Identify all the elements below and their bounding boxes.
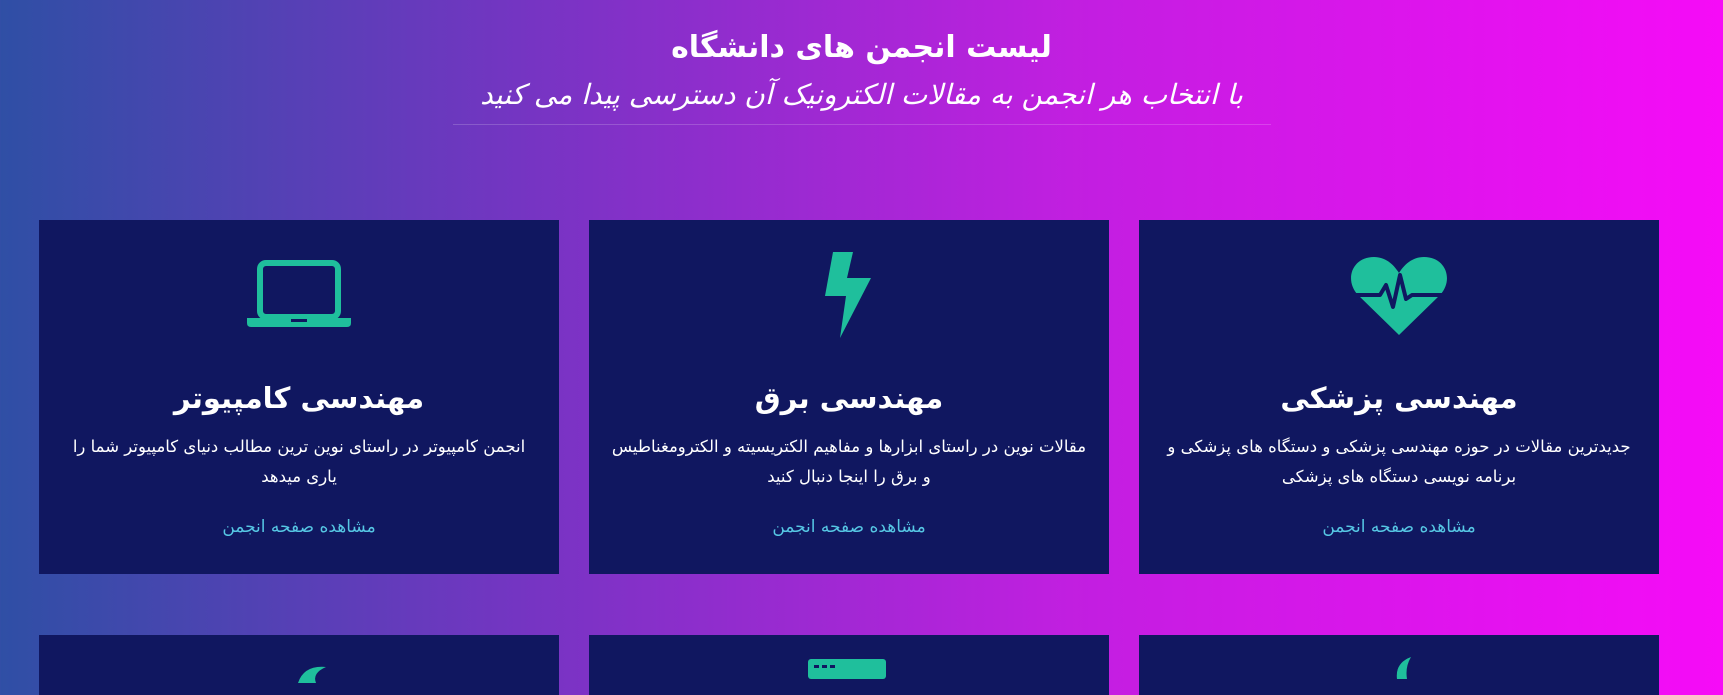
card-partial xyxy=(1139,635,1659,695)
card-biomedical-engineering: مهندسی پزشکی جدیدترین مقالات در حوزه مهن… xyxy=(1139,220,1659,574)
moon-icon xyxy=(298,666,326,683)
page-title: لیست انجمن های دانشگاه xyxy=(671,30,1052,65)
card-description: انجمن کامپیوتر در راستای نوین ترین مطالب… xyxy=(72,437,526,486)
card-title: مهندسی برق xyxy=(754,381,944,415)
header-divider xyxy=(452,124,1271,125)
heartbeat-icon xyxy=(1139,250,1659,340)
view-association-link[interactable]: مشاهده صفحه انجمن xyxy=(39,512,559,542)
card-computer-engineering: مهندسی کامپیوتر انجمن کامپیوتر در راستای… xyxy=(39,220,559,574)
card-title: مهندسی کامپیوتر xyxy=(173,381,425,415)
card-electrical-engineering: مهندسی برق مقالات نوین در راستای ابزارها… xyxy=(589,220,1109,574)
card-description: جدیدترین مقالات در حوزه مهندسی پزشکی و د… xyxy=(1167,437,1631,486)
page-subtitle: با انتخاب هر انجمن به مقالات الکترونیک آ… xyxy=(480,78,1243,111)
view-association-link[interactable]: مشاهده صفحه انجمن xyxy=(1139,512,1659,542)
keyboard-icon xyxy=(808,659,886,679)
lightning-bolt-icon xyxy=(589,250,1109,340)
card-title: مهندسی پزشکی xyxy=(1280,381,1518,415)
page-header: لیست انجمن های دانشگاه با انتخاب هر انجم… xyxy=(0,24,1723,125)
card-partial xyxy=(589,635,1109,695)
view-association-link[interactable]: مشاهده صفحه انجمن xyxy=(589,512,1109,542)
card-description: مقالات نوین در راستای ابزارها و مفاهیم ا… xyxy=(611,437,1087,486)
card-partial xyxy=(39,635,559,695)
leaf-icon xyxy=(1396,657,1411,679)
laptop-icon xyxy=(39,250,559,340)
